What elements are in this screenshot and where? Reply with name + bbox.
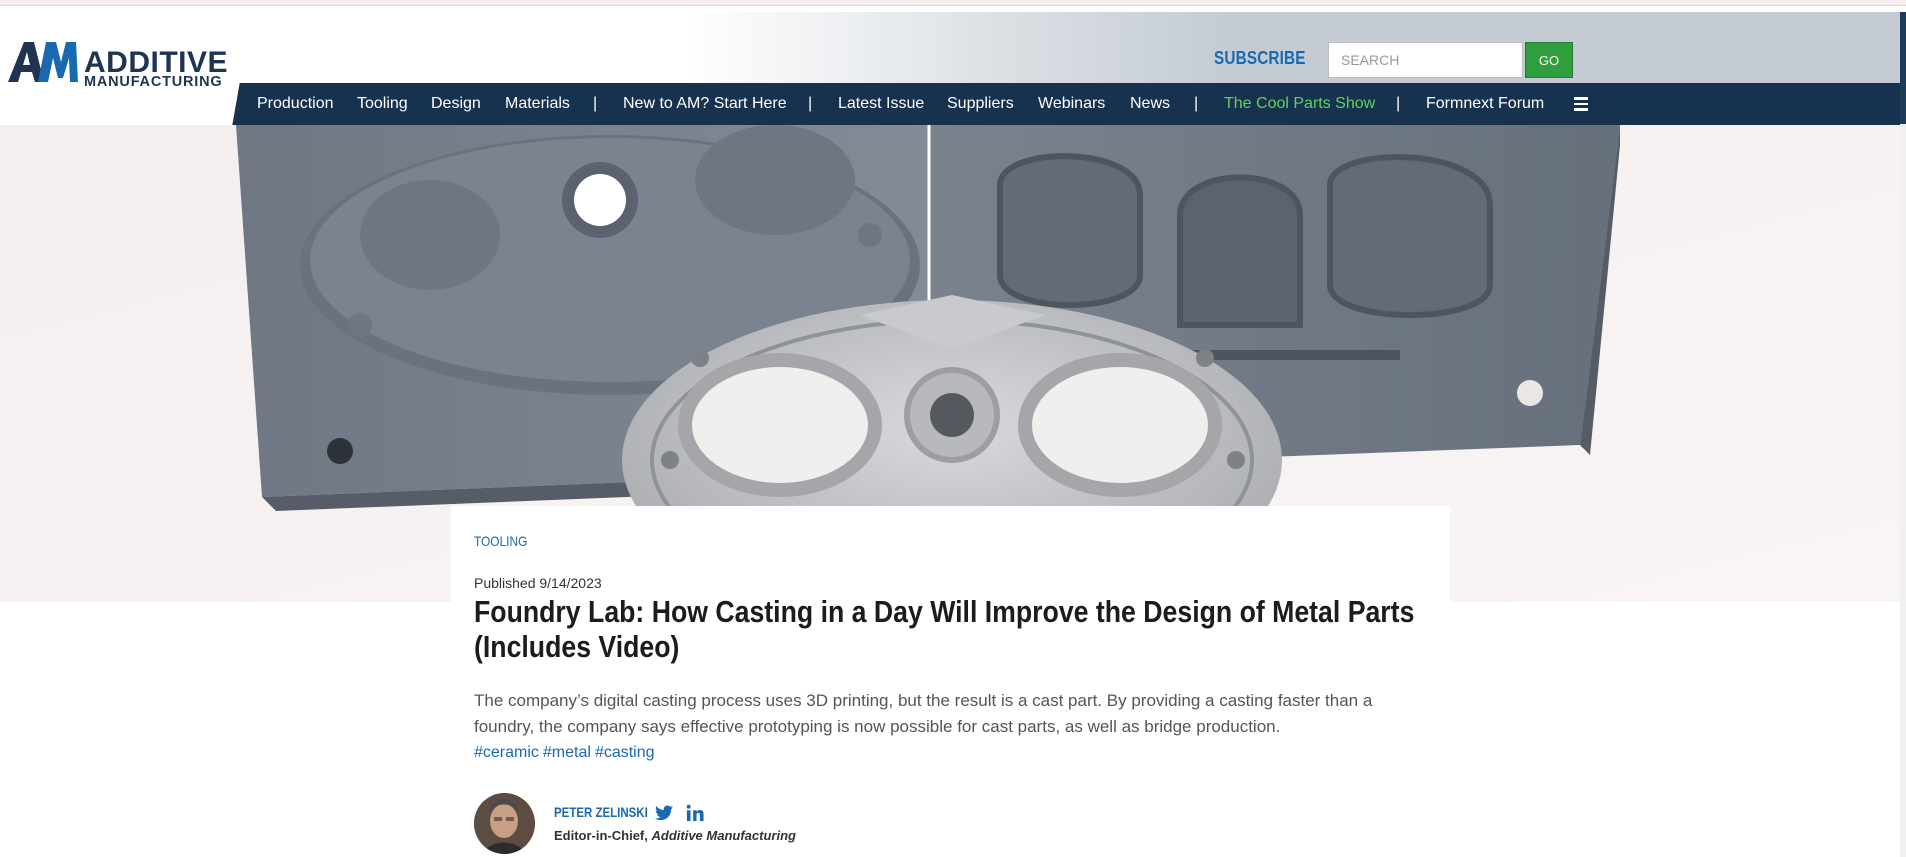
tag-casting[interactable]: #casting (595, 744, 655, 761)
article-title: Foundry Lab: How Casting in a Day Will I… (474, 594, 1415, 664)
nav-item-cool-parts-show[interactable]: The Cool Parts Show (1224, 95, 1375, 113)
author-role-title: Editor-in-Chief, (554, 828, 652, 843)
browser-top-strip (0, 0, 1906, 6)
nav-item-webinars[interactable]: Webinars (1038, 95, 1105, 113)
article-tags: #ceramic #metal #casting (474, 744, 659, 762)
am-logo-mark-icon (8, 42, 78, 82)
main-navigation: Production Tooling Design Materials | Ne… (244, 83, 1900, 125)
nav-separator: | (808, 95, 813, 112)
search-go-button[interactable]: GO (1525, 42, 1573, 78)
author-avatar[interactable] (474, 793, 535, 854)
page-scrollbar[interactable] (1900, 12, 1906, 857)
author-role: Editor-in-Chief, Additive Manufacturing (554, 828, 796, 843)
author-name-link[interactable]: PETER ZELINSKI (554, 804, 648, 820)
article-summary: The company’s digital casting process us… (474, 691, 1373, 736)
nav-separator: | (593, 95, 598, 112)
subscribe-link[interactable]: SUBSCRIBE (1214, 48, 1306, 69)
nav-item-production[interactable]: Production (257, 95, 334, 113)
nav-item-suppliers[interactable]: Suppliers (947, 95, 1014, 113)
nav-item-formnext-forum[interactable]: Formnext Forum (1426, 95, 1544, 113)
nav-item-design[interactable]: Design (431, 95, 481, 113)
published-date: Published 9/14/2023 (474, 575, 602, 591)
nav-item-latest-issue[interactable]: Latest Issue (838, 95, 924, 113)
page: ADDITIVE MANUFACTURING SUBSCRIBE GO Prod… (0, 0, 1906, 857)
tag-ceramic[interactable]: #ceramic (474, 744, 539, 761)
author-publication: Additive Manufacturing (651, 828, 796, 843)
nav-separator: | (1396, 95, 1401, 112)
hamburger-menu-icon[interactable] (1574, 94, 1594, 114)
scrollbar-thumb[interactable] (1900, 12, 1906, 124)
nav-item-news[interactable]: News (1130, 95, 1170, 113)
site-logo[interactable]: ADDITIVE MANUFACTURING (8, 36, 228, 92)
logo-text-manufacturing: MANUFACTURING (84, 74, 223, 90)
nav-separator: | (1194, 95, 1199, 112)
nav-item-new-to-am[interactable]: New to AM? Start Here (623, 95, 787, 113)
article-category-link[interactable]: TOOLING (474, 533, 527, 549)
author-photo (474, 793, 535, 854)
search-input[interactable] (1328, 42, 1523, 78)
nav-item-tooling[interactable]: Tooling (357, 95, 408, 113)
twitter-icon[interactable] (655, 805, 673, 821)
linkedin-icon[interactable] (686, 804, 704, 822)
tag-metal[interactable]: #metal (543, 744, 591, 761)
nav-item-materials[interactable]: Materials (505, 95, 570, 113)
